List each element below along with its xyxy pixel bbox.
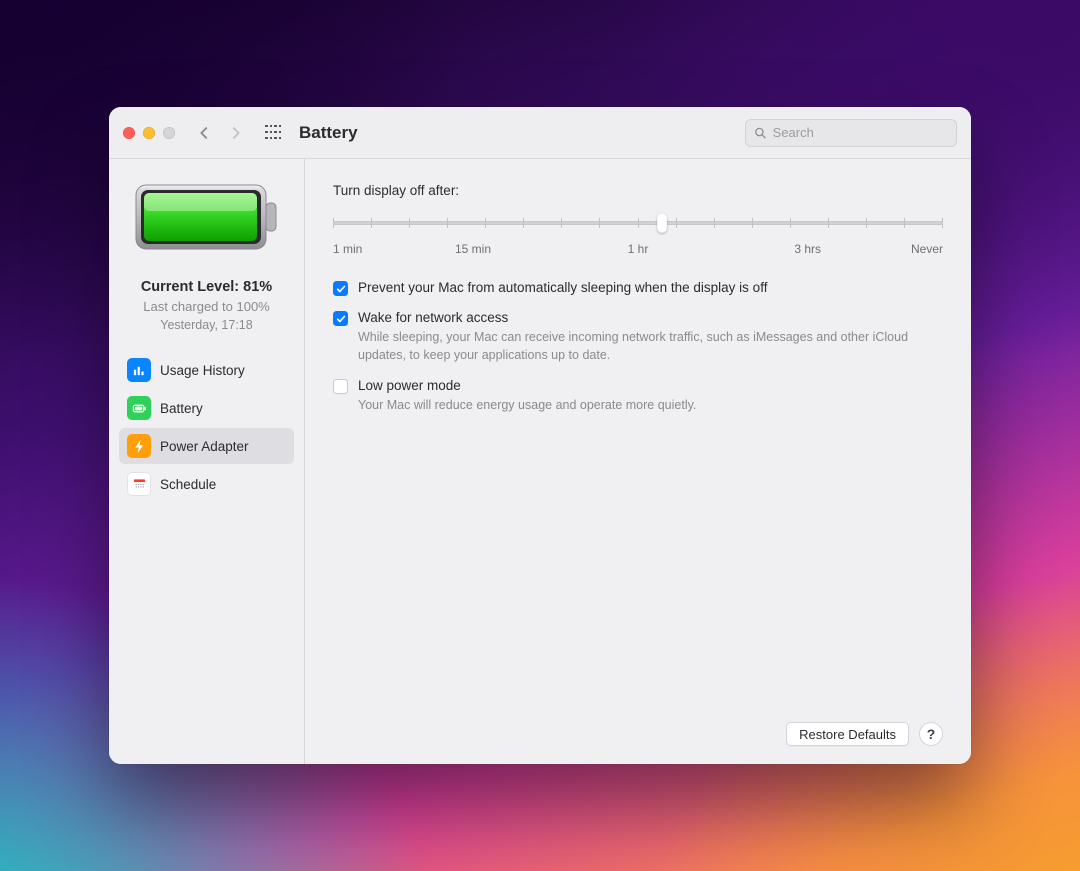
sidebar-item-label: Schedule	[160, 477, 216, 492]
option-row: Low power mode Your Mac will reduce energ…	[333, 378, 943, 414]
sidebar-item-power-adapter[interactable]: Power Adapter	[119, 428, 294, 464]
battery-status: Current Level: 81% Last charged to 100% …	[141, 279, 272, 332]
restore-defaults-button[interactable]: Restore Defaults	[786, 722, 909, 746]
sidebar: Current Level: 81% Last charged to 100% …	[109, 159, 305, 764]
option-description: While sleeping, your Mac can receive inc…	[358, 328, 928, 364]
slider-labels: 1 min 15 min 1 hr 3 hrs Never	[333, 242, 943, 256]
options-list: Prevent your Mac from automatically slee…	[333, 280, 943, 414]
option-label: Prevent your Mac from automatically slee…	[358, 280, 767, 295]
checkbox[interactable]	[333, 379, 348, 394]
slider-ticks	[333, 218, 943, 228]
sidebar-item-usage-history[interactable]: Usage History	[119, 352, 294, 388]
option-row: Prevent your Mac from automatically slee…	[333, 280, 943, 296]
footer: Restore Defaults ?	[333, 722, 943, 746]
option-label: Wake for network access	[358, 310, 928, 325]
option-label: Low power mode	[358, 378, 696, 393]
toolbar: Battery	[109, 107, 971, 159]
window-body: Current Level: 81% Last charged to 100% …	[109, 159, 971, 764]
search-input[interactable]	[773, 125, 948, 140]
sidebar-item-battery[interactable]: Battery	[119, 390, 294, 426]
bolt-icon	[127, 434, 151, 458]
close-button[interactable]	[123, 127, 135, 139]
slider-label-min: 1 min	[333, 242, 455, 256]
last-charged-label: Last charged to 100%	[141, 299, 272, 314]
sidebar-item-schedule[interactable]: Schedule	[119, 466, 294, 502]
option-row: Wake for network access While sleeping, y…	[333, 310, 943, 364]
option-description: Your Mac will reduce energy usage and op…	[358, 396, 696, 414]
search-field[interactable]	[745, 119, 957, 147]
slider-label-never: Never	[821, 242, 943, 256]
display-off-slider[interactable]	[333, 212, 943, 236]
sidebar-nav: Usage History Battery Power Adapter Schedul…	[119, 352, 294, 502]
search-icon	[754, 126, 767, 140]
preferences-window: Battery	[109, 107, 971, 764]
window-controls	[123, 127, 175, 139]
nav-buttons	[197, 126, 243, 140]
main-pane: Turn display off after: 1 min 15 min 1 h…	[305, 159, 971, 764]
sidebar-item-label: Power Adapter	[160, 439, 249, 454]
minimize-button[interactable]	[143, 127, 155, 139]
slider-thumb[interactable]	[657, 213, 667, 233]
calendar-icon	[127, 472, 151, 496]
chart-bar-icon	[127, 358, 151, 382]
checkbox[interactable]	[333, 281, 348, 296]
show-all-icon[interactable]	[265, 125, 281, 141]
battery-image	[134, 181, 280, 253]
slider-label-15min: 15 min	[455, 242, 577, 256]
sidebar-item-label: Battery	[160, 401, 203, 416]
sidebar-item-label: Usage History	[160, 363, 245, 378]
slider-label-3hrs: 3 hrs	[699, 242, 821, 256]
zoom-button[interactable]	[163, 127, 175, 139]
current-level-label: Current Level: 81%	[141, 279, 272, 295]
back-icon[interactable]	[197, 126, 211, 140]
help-button[interactable]: ?	[919, 722, 943, 746]
checkbox[interactable]	[333, 311, 348, 326]
last-charged-time: Yesterday, 17:18	[141, 318, 272, 332]
slider-label-1hr: 1 hr	[577, 242, 699, 256]
slider-heading: Turn display off after:	[333, 183, 943, 198]
battery-icon	[127, 396, 151, 420]
window-title: Battery	[299, 123, 358, 143]
forward-icon[interactable]	[229, 126, 243, 140]
